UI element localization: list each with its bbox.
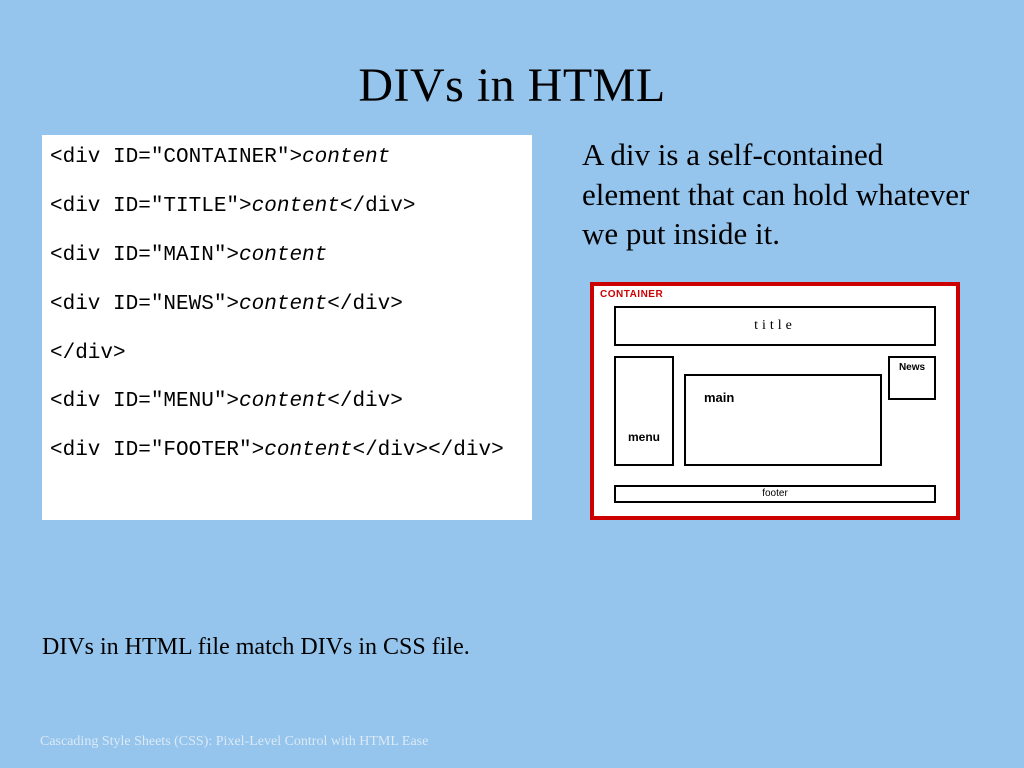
content-row: <div ID="CONTAINER">content <div ID="TIT… (0, 135, 1024, 520)
code-placeholder: content (264, 439, 352, 462)
diagram-title-box: title (614, 306, 936, 346)
code-line-main: <div ID="MAIN">content (50, 243, 524, 270)
code-tag: </div> (340, 195, 416, 218)
code-tag: </div> (50, 342, 126, 365)
code-line-footer: <div ID="FOOTER">content</div></div> (50, 438, 524, 465)
code-placeholder: content (239, 244, 327, 267)
code-tag: <div ID="TITLE"> (50, 195, 252, 218)
slide-footer: Cascading Style Sheets (CSS): Pixel-Leve… (40, 734, 428, 750)
code-placeholder: content (302, 146, 390, 169)
code-line-news: <div ID="NEWS">content</div> (50, 292, 524, 319)
code-placeholder: content (252, 195, 340, 218)
code-tag: </div> (327, 293, 403, 316)
code-tag: </div></div> (352, 439, 503, 462)
description-text: A div is a self-contained element that c… (560, 135, 986, 254)
slide-title: DIVs in HTML (0, 0, 1024, 135)
code-tag: <div ID="FOOTER"> (50, 439, 264, 462)
code-tag: <div ID="MAIN"> (50, 244, 239, 267)
diagram-main-box: main (684, 374, 882, 466)
right-column: A div is a self-contained element that c… (560, 135, 986, 520)
code-line-container: <div ID="CONTAINER">content (50, 145, 524, 172)
code-line-menu: <div ID="MENU">content</div> (50, 389, 524, 416)
caption-text: DIVs in HTML file match DIVs in CSS file… (42, 634, 470, 661)
code-tag: <div ID="CONTAINER"> (50, 146, 302, 169)
diagram-container-label: CONTAINER (600, 289, 663, 300)
diagram-menu-box: menu (614, 356, 674, 466)
diagram-footer-box: footer (614, 485, 936, 503)
code-line-title: <div ID="TITLE">content</div> (50, 194, 524, 221)
code-tag: <div ID="MENU"> (50, 390, 239, 413)
code-tag: </div> (327, 390, 403, 413)
code-placeholder: content (239, 293, 327, 316)
layout-diagram: CONTAINER title menu News main footer (590, 282, 960, 520)
diagram-news-box: News (888, 356, 936, 400)
code-placeholder: content (239, 390, 327, 413)
code-tag: <div ID="NEWS"> (50, 293, 239, 316)
code-line-closediv: </div> (50, 341, 524, 368)
code-example-box: <div ID="CONTAINER">content <div ID="TIT… (42, 135, 532, 520)
